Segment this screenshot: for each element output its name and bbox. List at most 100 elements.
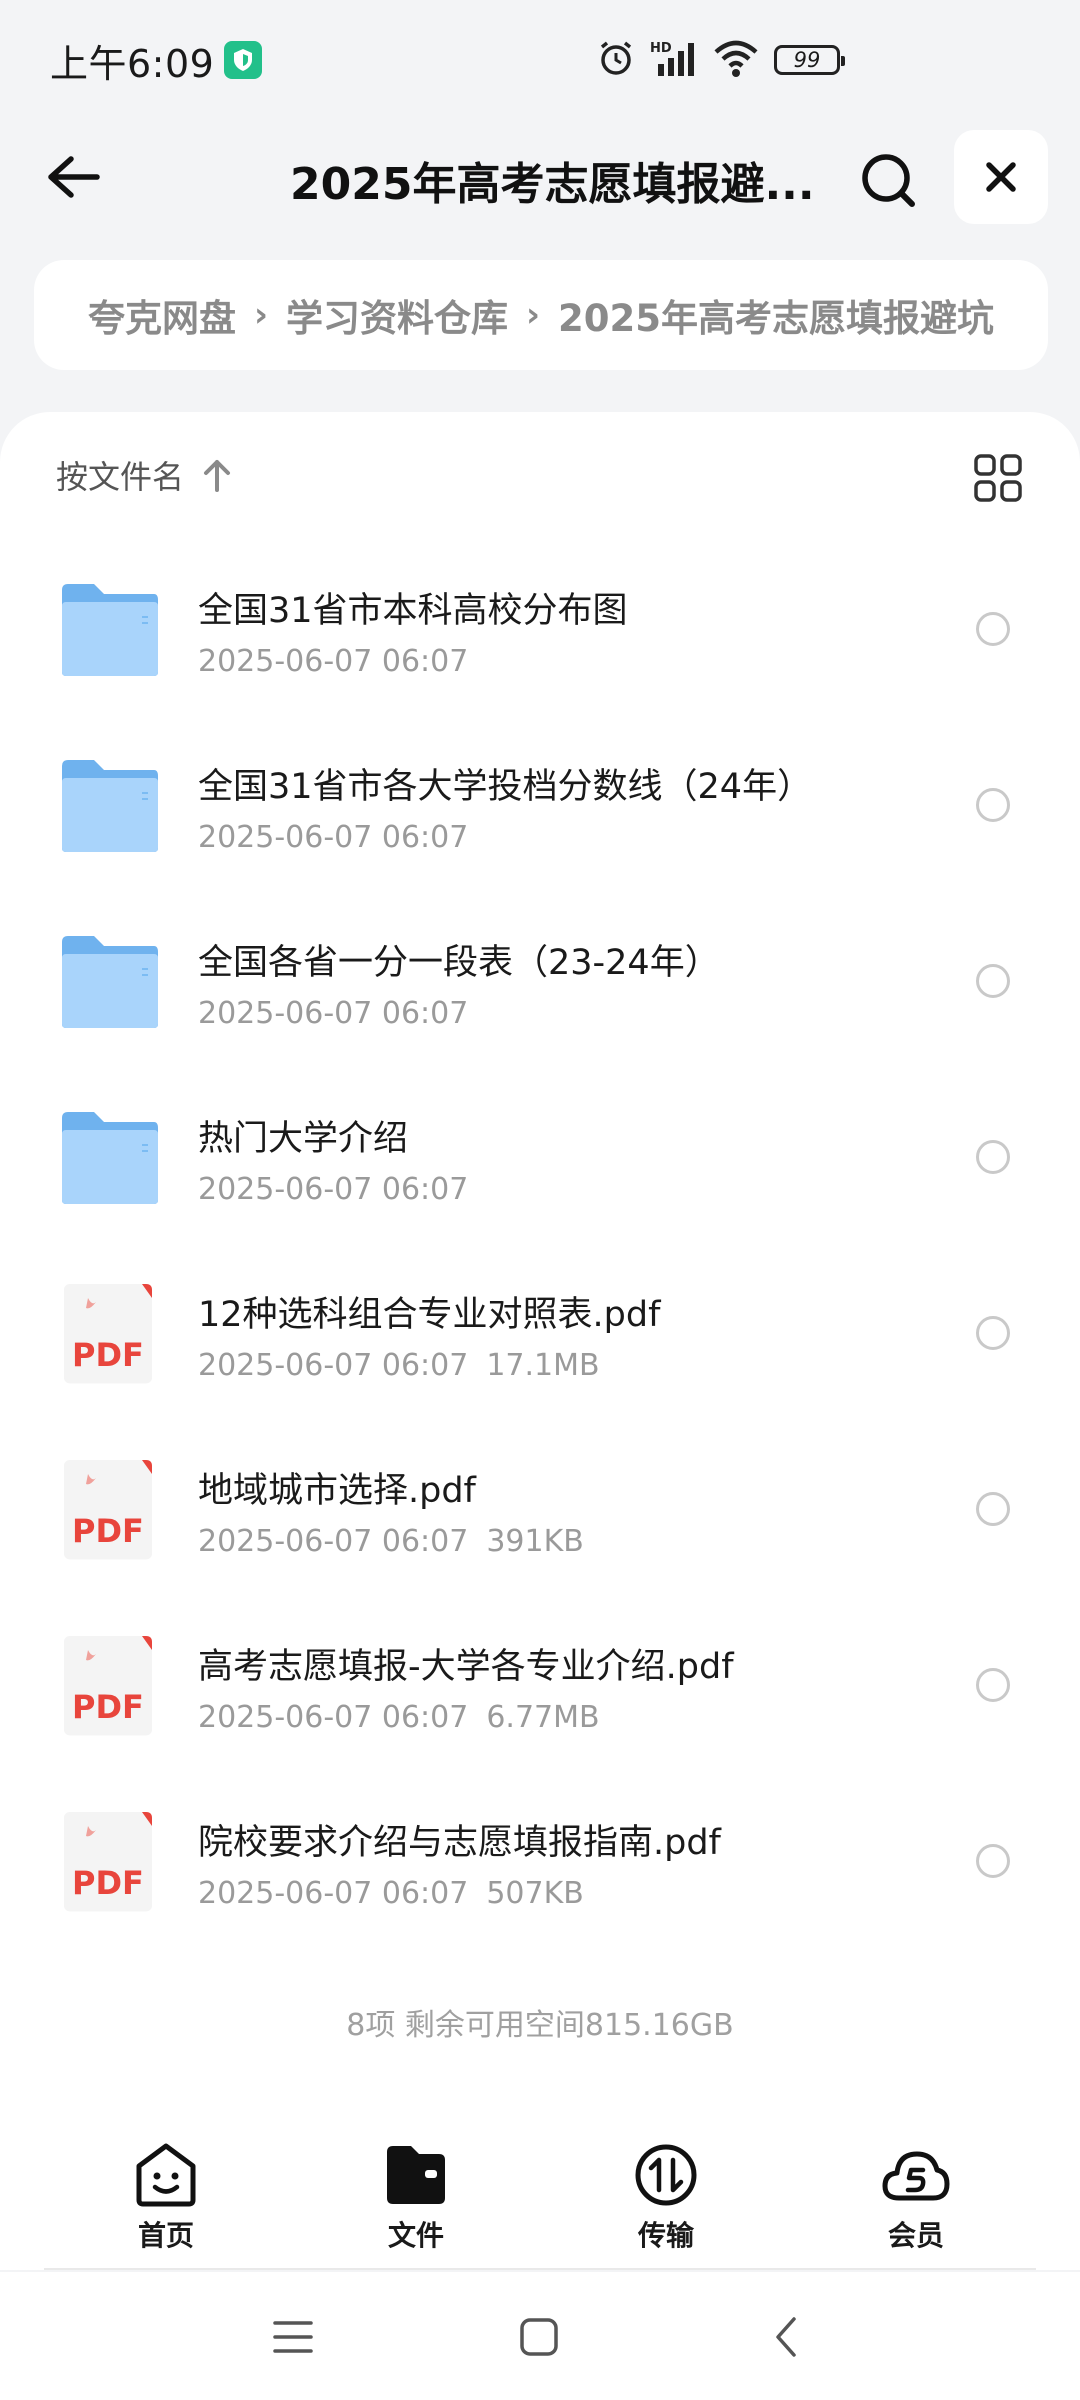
close-icon: [986, 162, 1016, 192]
list-item[interactable]: PDF 地域城市选择.pdf 2025-06-07 06:07 391KB: [0, 1420, 1080, 1596]
wifi-icon: [712, 38, 760, 82]
nav-label: 文件: [387, 2219, 444, 2252]
pdf-file-icon: PDF: [64, 1284, 152, 1384]
chevron-right-icon: ›: [526, 295, 541, 335]
list-item[interactable]: PDF 院校要求介绍与志愿填报指南.pdf 2025-06-07 06:07 50…: [0, 1772, 1080, 1948]
select-checkbox[interactable]: [976, 1668, 1010, 1702]
status-time: 上午6:09: [50, 41, 215, 86]
file-meta: 2025-06-07 06:07 6.77MB: [198, 1700, 600, 1735]
select-checkbox[interactable]: [976, 1140, 1010, 1174]
folder-icon: [62, 760, 158, 852]
square-icon: [520, 2318, 558, 2356]
header: 2025年高考志愿填报避...: [0, 130, 1080, 224]
pdf-badge: PDF: [72, 1336, 144, 1374]
file-date: 2025-06-07 06:07: [198, 644, 469, 679]
nav-label: 会员: [887, 2219, 944, 2252]
file-meta: 2025-06-07 06:07: [198, 644, 468, 679]
file-name: 全国各省一分一段表（23-24年）: [198, 943, 720, 983]
chevron-left-icon: [776, 2317, 796, 2357]
breadcrumb-item-current: 2025年高考志愿填报避坑: [558, 297, 995, 340]
search-icon: [862, 154, 915, 207]
file-size: 507KB: [486, 1876, 584, 1911]
file-size: 17.1MB: [486, 1348, 600, 1383]
pdf-file-icon: PDF: [64, 1460, 152, 1560]
pdf-badge: PDF: [72, 1512, 144, 1550]
list-item[interactable]: PDF 12种选科组合专业对照表.pdf 2025-06-07 06:07 17.…: [0, 1244, 1080, 1420]
breadcrumb-item-root[interactable]: 夸克网盘: [88, 288, 236, 342]
file-name: 地域城市选择.pdf: [198, 1471, 476, 1511]
menu-button[interactable]: [268, 2312, 318, 2362]
nav-item-member[interactable]: 会员: [836, 2140, 996, 2260]
file-date: 2025-06-07 06:07: [198, 1524, 469, 1559]
file-meta: 2025-06-07 06:07: [198, 1172, 468, 1207]
search-button[interactable]: [852, 144, 924, 216]
breadcrumb: 夸克网盘 › 学习资料仓库 › 2025年高考志愿填报避坑: [34, 260, 1048, 370]
list-item[interactable]: PDF 高考志愿填报-大学各专业介绍.pdf 2025-06-07 06:07 6…: [0, 1596, 1080, 1772]
select-checkbox[interactable]: [976, 612, 1010, 646]
file-size: 391KB: [486, 1524, 584, 1559]
page-title: 2025年高考志愿填报避...: [290, 159, 815, 210]
nav-label: 传输: [637, 2219, 694, 2252]
sort-label: 按文件名: [56, 458, 185, 496]
file-meta: 2025-06-07 06:07: [198, 996, 468, 1031]
select-checkbox[interactable]: [976, 1492, 1010, 1526]
bottom-nav: 首页 文件 传输 会员: [0, 2130, 1080, 2270]
file-meta: 2025-06-07 06:07 507KB: [198, 1876, 584, 1911]
battery-indicator: 99: [774, 45, 845, 75]
grid-view-toggle[interactable]: [972, 452, 1024, 504]
back-button[interactable]: [40, 144, 106, 210]
file-list: 全国31省市本科高校分布图 2025-06-07 06:07 全国31省市各大学…: [0, 540, 1080, 1948]
cloud-member-icon: [882, 2151, 950, 2201]
nav-label: 首页: [137, 2219, 194, 2252]
system-nav-bar: [0, 2272, 1080, 2400]
sort-control[interactable]: 按文件名: [56, 452, 232, 498]
folder-icon: [62, 1112, 158, 1204]
folder-icon: [62, 936, 158, 1028]
file-date: 2025-06-07 06:07: [198, 996, 469, 1031]
chevron-right-icon: ›: [254, 295, 269, 335]
file-date: 2025-06-07 06:07: [198, 1876, 469, 1911]
home-smile-icon: [136, 2143, 196, 2207]
svg-text:HD: HD: [650, 41, 672, 56]
system-back-button[interactable]: [762, 2312, 812, 2362]
file-name: 热门大学介绍: [198, 1119, 409, 1159]
storage-summary: 8项 剩余可用空间815.16GB: [346, 2008, 734, 2043]
status-bar: 上午6:09 HD 99: [0, 0, 1080, 120]
battery-level: 99: [793, 48, 821, 72]
menu-icon: [273, 2321, 313, 2353]
select-checkbox[interactable]: [976, 788, 1010, 822]
select-checkbox[interactable]: [976, 964, 1010, 998]
file-name: 院校要求介绍与志愿填报指南.pdf: [198, 1823, 721, 1863]
file-name: 全国31省市本科高校分布图: [198, 591, 628, 631]
list-item[interactable]: 全国各省一分一段表（23-24年） 2025-06-07 06:07: [0, 892, 1080, 1068]
breadcrumb-item-parent[interactable]: 学习资料仓库: [286, 288, 508, 342]
file-date: 2025-06-07 06:07: [198, 1348, 469, 1383]
divider: [44, 2268, 1036, 2270]
close-button[interactable]: [954, 130, 1048, 224]
file-meta: 2025-06-07 06:07 17.1MB: [198, 1348, 600, 1383]
list-item[interactable]: 全国31省市本科高校分布图 2025-06-07 06:07: [0, 540, 1080, 716]
file-list-panel: 按文件名 全国31省市本科高校分布图 2025-06-07 06:07 全国31…: [0, 412, 1080, 2212]
grid-view-icon: [974, 454, 1022, 502]
pdf-badge: PDF: [72, 1688, 144, 1726]
home-button[interactable]: [514, 2312, 564, 2362]
file-name: 全国31省市各大学投档分数线（24年）: [198, 767, 813, 807]
list-item[interactable]: 全国31省市各大学投档分数线（24年） 2025-06-07 06:07: [0, 716, 1080, 892]
file-date: 2025-06-07 06:07: [198, 1172, 469, 1207]
status-icons: HD 99: [596, 38, 845, 82]
list-item[interactable]: 热门大学介绍 2025-06-07 06:07: [0, 1068, 1080, 1244]
security-shield-icon: [224, 41, 263, 79]
alarm-icon: [596, 38, 636, 82]
file-size: 6.77MB: [486, 1700, 600, 1735]
select-checkbox[interactable]: [976, 1844, 1010, 1878]
nav-item-home[interactable]: 首页: [86, 2140, 246, 2260]
select-checkbox[interactable]: [976, 1316, 1010, 1350]
nav-item-transfer[interactable]: 传输: [586, 2140, 746, 2260]
file-name: 12种选科组合专业对照表.pdf: [198, 1295, 661, 1335]
arrow-up-icon: [204, 460, 231, 492]
nav-item-files[interactable]: 文件: [336, 2140, 496, 2260]
pdf-badge: PDF: [72, 1864, 144, 1902]
file-name: 高考志愿填报-大学各专业介绍.pdf: [198, 1647, 734, 1687]
file-date: 2025-06-07 06:07: [198, 1700, 469, 1735]
signal-icon: HD: [650, 38, 698, 82]
